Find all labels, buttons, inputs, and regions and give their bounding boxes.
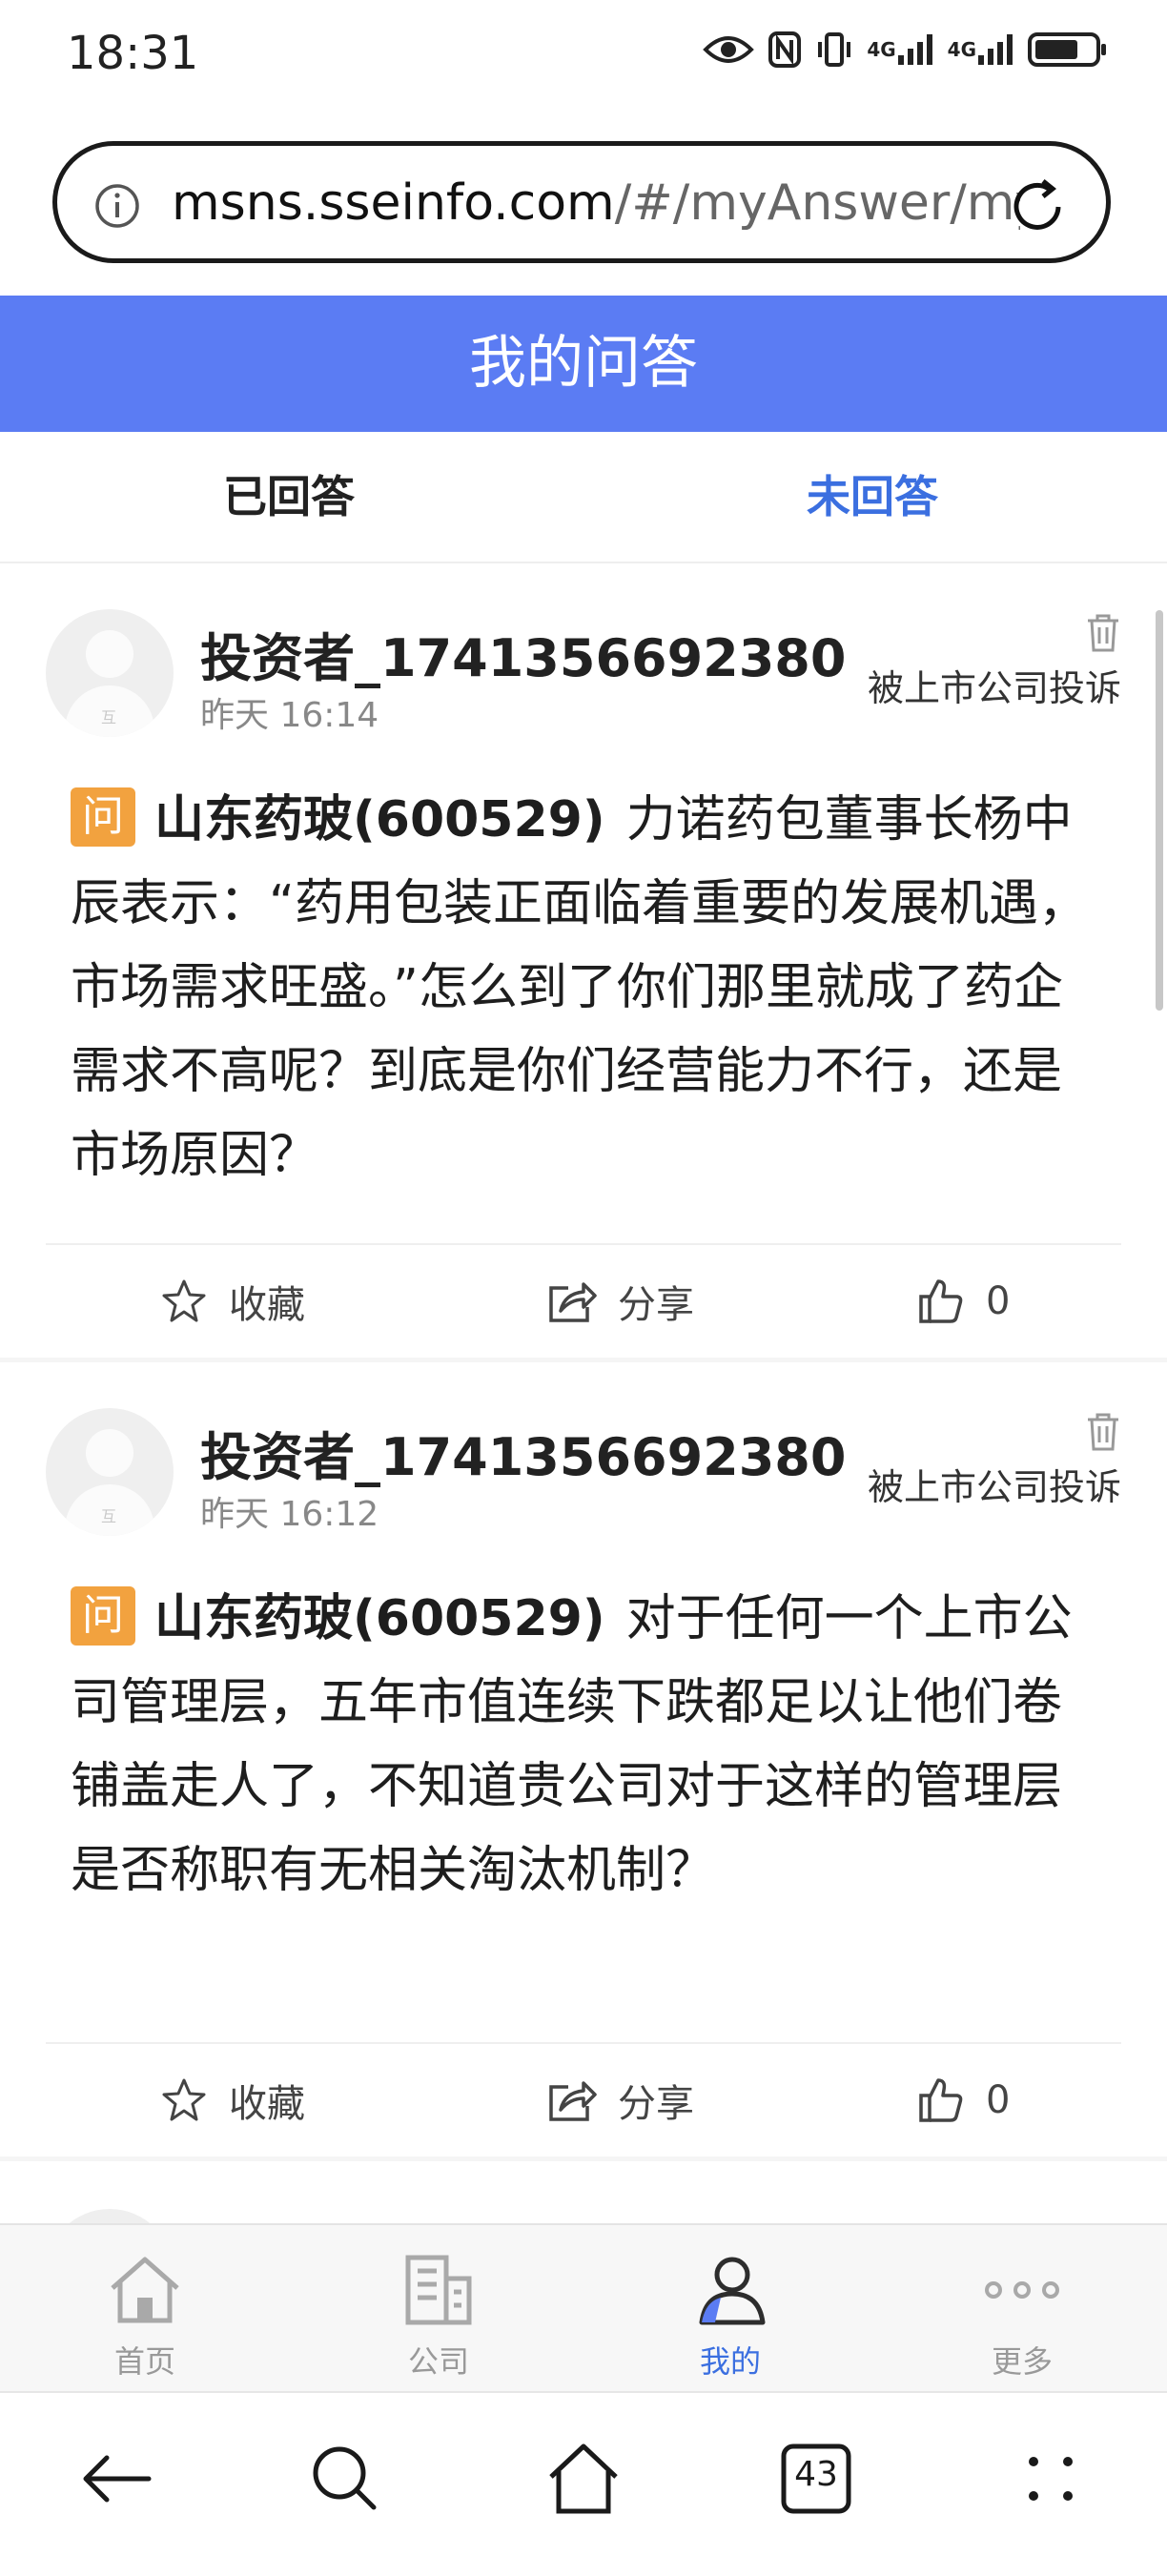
reload-icon[interactable] xyxy=(1007,176,1068,241)
nav-mine-label: 我的 xyxy=(699,2343,761,2380)
nav-company[interactable]: 公司 xyxy=(343,2225,534,2393)
avatar[interactable]: 互 xyxy=(46,609,174,737)
like-button[interactable]: 0 xyxy=(917,2044,1010,2157)
status-bar: 18:31 4G 4G xyxy=(0,0,1167,124)
avatar-mark: 互 xyxy=(101,708,117,726)
question-content: 力诺药包董事长杨中辰表示：“药用包装正面临着重要的发展机遇，市场需求旺盛。”怎么… xyxy=(71,791,1088,1184)
favorite-label: 收藏 xyxy=(229,2082,305,2126)
nav-home-label: 首页 xyxy=(113,2343,175,2380)
avatar[interactable]: 互 xyxy=(46,1408,174,1536)
site-info-icon[interactable] xyxy=(93,182,141,234)
company-name[interactable]: 山东药玻(600529) xyxy=(154,791,605,848)
tab-answered[interactable]: 已回答 xyxy=(223,432,355,562)
question-actions: 收藏 分享 0 xyxy=(0,1245,1167,1358)
nav-home[interactable]: 首页 xyxy=(50,2225,240,2393)
tabs-button[interactable]: 43 xyxy=(780,2441,852,2521)
question-time: 昨天 16:14 xyxy=(200,696,379,735)
home-button-icon[interactable] xyxy=(545,2441,622,2521)
investor-name[interactable]: 投资者_1741356692380 xyxy=(200,616,846,691)
browser-navigation: 43 xyxy=(0,2391,1167,2576)
question-time: 昨天 16:12 xyxy=(200,1495,379,1534)
person-icon xyxy=(699,2257,766,2325)
share-button[interactable]: 分享 xyxy=(547,1245,694,1358)
back-arrow-icon[interactable] xyxy=(78,2441,154,2521)
tab-unanswered[interactable]: 未回答 xyxy=(807,432,938,562)
signal-icon: 4G xyxy=(867,32,933,67)
bottom-tab-bar: 首页 公司 我的 更多 xyxy=(0,2223,1167,2393)
nav-company-label: 公司 xyxy=(407,2343,469,2380)
menu-icon[interactable] xyxy=(1013,2441,1089,2521)
question-actions: 收藏 分享 0 xyxy=(0,2044,1167,2157)
address-bar[interactable]: msns.sseinfo.com/#/myAnswer/my xyxy=(52,141,1111,263)
vibrate-icon xyxy=(815,31,853,69)
like-count: 0 xyxy=(986,1279,1011,1323)
status-time: 18:31 xyxy=(67,27,199,80)
tabs-count: 43 xyxy=(794,2455,838,2494)
share-icon xyxy=(549,2081,597,2121)
complaint-label: 被上市公司投诉 xyxy=(867,1466,1121,1508)
url-text[interactable]: msns.sseinfo.com/#/myAnswer/my xyxy=(172,174,1020,232)
like-button[interactable]: 0 xyxy=(917,1245,1010,1358)
answer-tabs: 已回答 未回答 xyxy=(0,432,1167,563)
eye-icon xyxy=(703,31,755,69)
url-host: msns.sseinfo.com xyxy=(172,174,615,232)
complaint-label: 被上市公司投诉 xyxy=(867,667,1121,709)
question-card: 互 投资者_1741356692380 昨天 16:14 被上市公司投诉 问山东… xyxy=(0,563,1167,1362)
home-icon xyxy=(111,2257,179,2323)
nav-more[interactable]: 更多 xyxy=(927,2225,1117,2393)
favorite-label: 收藏 xyxy=(229,1283,305,1327)
search-icon[interactable] xyxy=(307,2441,383,2521)
trash-icon[interactable] xyxy=(1085,1412,1121,1456)
signal-icon-2: 4G xyxy=(948,32,1014,67)
investor-name[interactable]: 投资者_1741356692380 xyxy=(200,1415,846,1490)
favorite-button[interactable]: 收藏 xyxy=(160,1245,305,1358)
share-label: 分享 xyxy=(618,1283,694,1327)
share-button[interactable]: 分享 xyxy=(547,2044,694,2157)
question-badge: 问 xyxy=(71,1586,135,1646)
question-text[interactable]: 问山东药玻(600529) 力诺药包董事长杨中辰表示：“药用包装正面临着重要的发展… xyxy=(71,778,1091,1197)
share-label: 分享 xyxy=(618,2082,694,2126)
question-badge: 问 xyxy=(71,787,135,847)
nav-mine[interactable]: 我的 xyxy=(635,2225,826,2393)
url-path: /#/myAnswer/my xyxy=(614,174,1020,232)
question-card: 互 投资者_1741356692380 昨天 16:12 被上市公司投诉 问山东… xyxy=(0,1362,1167,2161)
thumbs-up-icon xyxy=(919,1279,963,1323)
favorite-button[interactable]: 收藏 xyxy=(160,2044,305,2157)
company-name[interactable]: 山东药玻(600529) xyxy=(154,1590,605,1647)
nfc-icon xyxy=(768,31,802,69)
question-card-partial xyxy=(0,2161,1167,2223)
page-header: 我的问答 xyxy=(0,296,1167,432)
share-icon xyxy=(549,1282,597,1322)
like-count: 0 xyxy=(986,2078,1011,2122)
trash-icon[interactable] xyxy=(1085,613,1121,657)
page-title: 我的问答 xyxy=(469,330,698,397)
nav-more-label: 更多 xyxy=(991,2343,1053,2380)
avatar-mark: 互 xyxy=(101,1507,117,1525)
more-icon xyxy=(985,2281,1059,2299)
star-icon xyxy=(162,1279,206,1322)
status-icons: 4G 4G xyxy=(703,31,1108,69)
question-text[interactable]: 问山东药玻(600529) 对于任何一个上市公司管理层，五年市值连续下跌都足以让他… xyxy=(71,1577,1091,1912)
network-type-1: 4G xyxy=(867,38,896,61)
building-icon xyxy=(405,2255,472,2325)
star-icon xyxy=(162,2078,206,2121)
thumbs-up-icon xyxy=(919,2078,963,2122)
network-type-2: 4G xyxy=(947,38,976,61)
battery-icon xyxy=(1028,31,1108,69)
avatar[interactable] xyxy=(46,2209,174,2223)
